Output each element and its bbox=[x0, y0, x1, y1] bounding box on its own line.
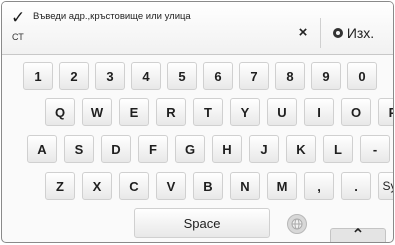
key-k[interactable]: K bbox=[286, 135, 316, 163]
key-i[interactable]: I bbox=[304, 98, 334, 126]
key-d[interactable]: D bbox=[101, 135, 131, 163]
address-input-placeholder[interactable]: Въведи адр.,кръстовище или улица bbox=[33, 11, 191, 22]
key-8[interactable]: 8 bbox=[275, 62, 305, 90]
keyboard-row-numbers: 1 2 3 4 5 6 7 8 9 0 bbox=[23, 62, 383, 92]
key-v[interactable]: V bbox=[156, 172, 186, 200]
chevron-up-icon: ⌃ bbox=[351, 227, 365, 243]
key-6[interactable]: 6 bbox=[203, 62, 233, 90]
key-0[interactable]: 0 bbox=[347, 62, 377, 90]
key-b[interactable]: B bbox=[193, 172, 223, 200]
key-dash[interactable]: - bbox=[360, 135, 390, 163]
key-7[interactable]: 7 bbox=[239, 62, 269, 90]
collapse-keyboard-button[interactable]: ⌃ bbox=[330, 227, 386, 243]
exit-button[interactable]: Изх. bbox=[320, 18, 386, 48]
key-f[interactable]: F bbox=[138, 135, 168, 163]
input-mode-label: СТ bbox=[12, 32, 24, 42]
exit-label: Изх. bbox=[346, 25, 375, 41]
key-p[interactable]: P bbox=[378, 98, 393, 126]
key-c[interactable]: C bbox=[119, 172, 149, 200]
key-q[interactable]: Q bbox=[45, 98, 75, 126]
space-key[interactable]: Space bbox=[134, 208, 270, 238]
key-w[interactable]: W bbox=[82, 98, 112, 126]
close-icon: × bbox=[298, 24, 308, 41]
key-l[interactable]: L bbox=[323, 135, 353, 163]
key-a[interactable]: A bbox=[27, 135, 57, 163]
key-r[interactable]: R bbox=[156, 98, 186, 126]
key-5[interactable]: 5 bbox=[167, 62, 197, 90]
key-2[interactable]: 2 bbox=[59, 62, 89, 90]
input-header: ✓ СТ Въведи адр.,кръстовище или улица × … bbox=[2, 2, 393, 55]
key-o[interactable]: O bbox=[341, 98, 371, 126]
keyboard-row-zxcv: Z X C V B N M , . Sym bbox=[45, 172, 393, 202]
keyboard-row-asdf: A S D F G H J K L - bbox=[27, 135, 393, 165]
key-t[interactable]: T bbox=[193, 98, 223, 126]
check-icon[interactable]: ✓ bbox=[11, 9, 25, 26]
sym-key[interactable]: Sym bbox=[378, 172, 393, 200]
key-u[interactable]: U bbox=[267, 98, 297, 126]
key-1[interactable]: 1 bbox=[23, 62, 53, 90]
globe-icon[interactable] bbox=[287, 214, 307, 234]
key-4[interactable]: 4 bbox=[131, 62, 161, 90]
globe-glyph bbox=[291, 218, 303, 230]
key-x[interactable]: X bbox=[82, 172, 112, 200]
key-comma[interactable]: , bbox=[304, 172, 334, 200]
key-9[interactable]: 9 bbox=[311, 62, 341, 90]
key-m[interactable]: M bbox=[267, 172, 297, 200]
keyboard-row-qwerty: Q W E R T Y U I O P bbox=[45, 98, 393, 128]
key-g[interactable]: G bbox=[175, 135, 205, 163]
key-3[interactable]: 3 bbox=[95, 62, 125, 90]
clear-button[interactable]: × bbox=[288, 20, 318, 46]
key-j[interactable]: J bbox=[249, 135, 279, 163]
key-period[interactable]: . bbox=[341, 172, 371, 200]
key-n[interactable]: N bbox=[230, 172, 260, 200]
key-y[interactable]: Y bbox=[230, 98, 260, 126]
exit-icon bbox=[332, 28, 343, 38]
key-h[interactable]: H bbox=[212, 135, 242, 163]
key-z[interactable]: Z bbox=[45, 172, 75, 200]
keyboard-screen: ✓ СТ Въведи адр.,кръстовище или улица × … bbox=[1, 1, 394, 243]
key-e[interactable]: E bbox=[119, 98, 149, 126]
key-s[interactable]: S bbox=[64, 135, 94, 163]
